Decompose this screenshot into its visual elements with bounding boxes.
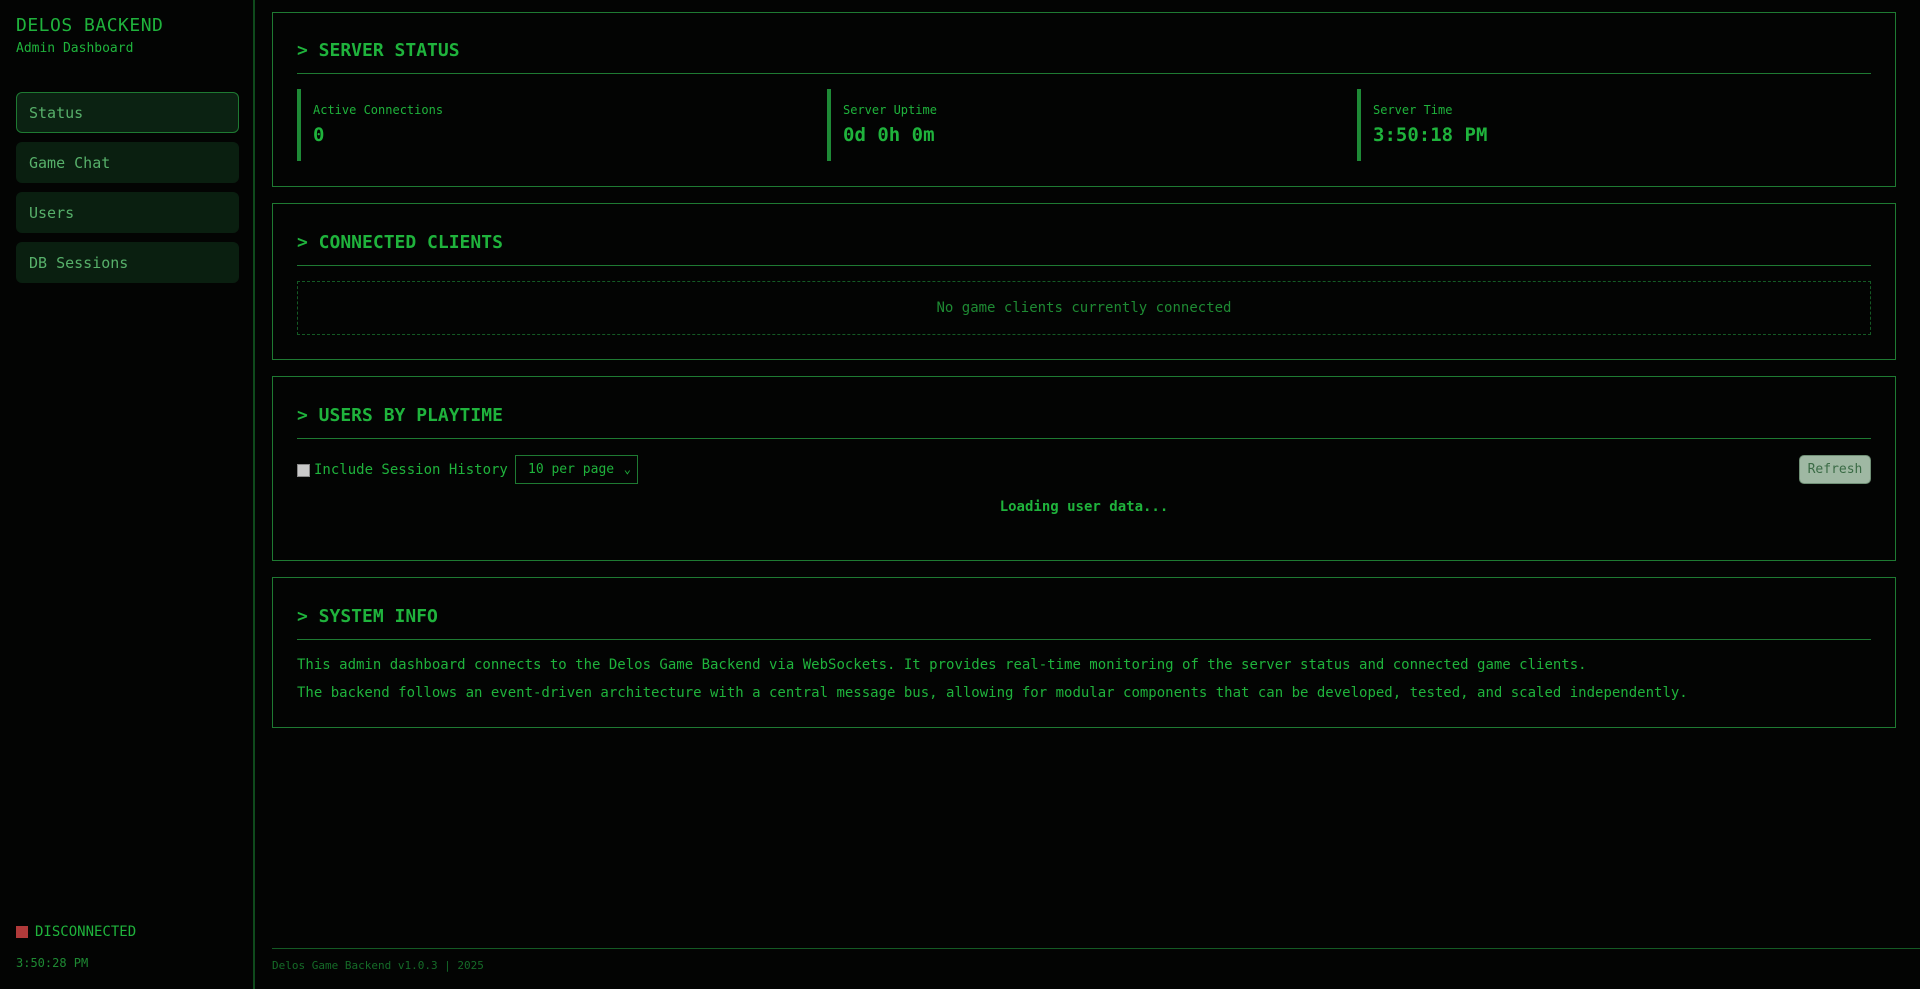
divider [297,639,1871,640]
connection-status: DISCONNECTED [16,924,136,940]
app: DELOS BACKEND Admin Dashboard Status Gam… [0,0,1920,989]
stat-value: 0 [313,124,325,146]
info-paragraph: The backend follows an event-driven arch… [297,685,1688,701]
nav-item-game-chat[interactable]: Game Chat [16,142,239,183]
system-info-panel: > SYSTEM INFO This admin dashboard conne… [272,577,1896,728]
divider [297,438,1871,439]
users-controls: Include Session History 10 per page ⌄ Re… [297,455,1871,485]
sidebar-clock: 3:50:28 PM [16,956,89,970]
brand-subtitle: Admin Dashboard [16,41,134,56]
sidebar-nav: Status Game Chat Users DB Sessions [16,92,239,292]
refresh-button[interactable]: Refresh [1799,455,1871,484]
nav-item-label: Status [29,103,84,122]
connection-status-label: DISCONNECTED [35,924,137,940]
stat-server-uptime: Server Uptime 0d 0h 0m [827,89,1347,161]
chevron-down-icon: ⌄ [623,462,631,476]
sidebar: DELOS BACKEND Admin Dashboard Status Gam… [0,0,255,989]
server-status-panel: > SERVER STATUS Active Connections 0 Ser… [272,12,1896,187]
info-paragraph: This admin dashboard connects to the Del… [297,657,1587,673]
users-by-playtime-panel: > USERS BY PLAYTIME Include Session Hist… [272,376,1896,561]
stat-label: Active Connections [313,103,444,117]
status-indicator-icon [16,926,28,938]
nav-item-label: Game Chat [29,153,111,172]
stat-value: 3:50:18 PM [1373,124,1488,146]
stat-label: Server Time [1373,103,1453,117]
connected-clients-panel: > CONNECTED CLIENTS No game clients curr… [272,203,1896,360]
divider [297,265,1871,266]
per-page-value: 10 per page [528,462,615,477]
stat-server-time: Server Time 3:50:18 PM [1357,89,1877,161]
stat-label: Server Uptime [843,103,937,117]
brand-title: DELOS BACKEND [16,15,164,36]
empty-clients-message: No game clients currently connected [297,281,1871,335]
panel-title: > CONNECTED CLIENTS [297,232,503,253]
nav-item-db-sessions[interactable]: DB Sessions [16,242,239,283]
panel-title: > SYSTEM INFO [297,606,438,627]
per-page-select[interactable]: 10 per page ⌄ [515,455,638,484]
stat-value: 0d 0h 0m [843,124,935,146]
checkbox-label: Include Session History [314,462,508,478]
stat-active-connections: Active Connections 0 [297,89,817,161]
panel-title: > USERS BY PLAYTIME [297,405,503,426]
include-session-history-toggle[interactable]: Include Session History [297,462,508,478]
nav-item-label: Users [29,203,75,222]
footer-text: Delos Game Backend v1.0.3 | 2025 [272,959,484,972]
stats-row: Active Connections 0 Server Uptime 0d 0h… [297,89,1871,161]
nav-item-label: DB Sessions [29,253,129,272]
nav-item-users[interactable]: Users [16,192,239,233]
footer-divider [272,948,1920,949]
nav-item-status[interactable]: Status [16,92,239,133]
include-session-history-checkbox[interactable] [297,463,310,477]
divider [297,73,1871,74]
panel-title: > SERVER STATUS [297,40,460,61]
loading-message: Loading user data... [999,499,1169,515]
